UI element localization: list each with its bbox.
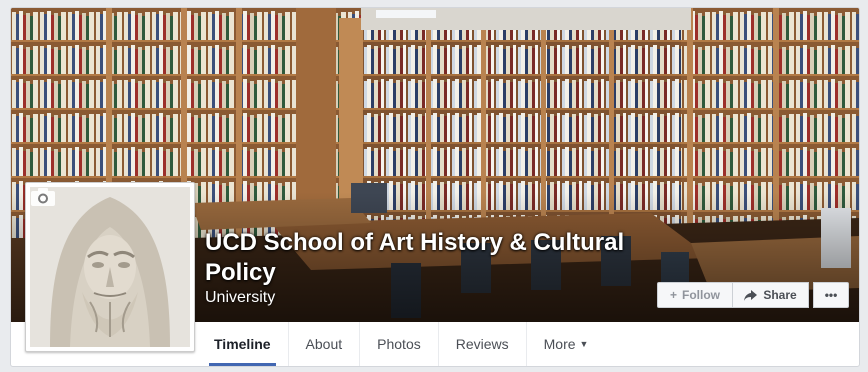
tab-label: Reviews [455, 336, 509, 352]
tab-about[interactable]: About [289, 322, 361, 366]
share-button[interactable]: Share [733, 282, 809, 308]
tab-photos[interactable]: Photos [360, 322, 439, 366]
tab-label: Photos [377, 336, 421, 352]
page-actions: + Follow Share ••• [657, 282, 849, 310]
page-tabs: Timeline About Photos Reviews More ▼ [197, 322, 605, 366]
profile-picture[interactable] [25, 182, 195, 352]
more-options-button[interactable]: ••• [813, 282, 849, 308]
plus-icon: + [669, 288, 677, 302]
tab-timeline[interactable]: Timeline [197, 322, 289, 366]
caret-down-icon: ▼ [579, 339, 589, 349]
page-category[interactable]: University [205, 289, 275, 307]
tab-label: About [305, 336, 343, 352]
tab-label: Timeline [214, 336, 271, 352]
more-dots-icon: ••• [824, 288, 838, 302]
tab-more[interactable]: More ▼ [527, 322, 606, 366]
statue-head-image [30, 187, 190, 347]
share-label: Share [763, 288, 797, 302]
page-header: UCD School of Art History & Cultural Pol… [10, 7, 860, 367]
tab-reviews[interactable]: Reviews [439, 322, 527, 366]
follow-label: Follow [682, 288, 720, 302]
camera-icon[interactable] [30, 187, 56, 207]
page-title: UCD School of Art History & Cultural Pol… [205, 229, 625, 286]
follow-button[interactable]: + Follow [657, 282, 733, 308]
share-arrow-icon [744, 289, 758, 301]
tab-label: More [543, 336, 576, 352]
